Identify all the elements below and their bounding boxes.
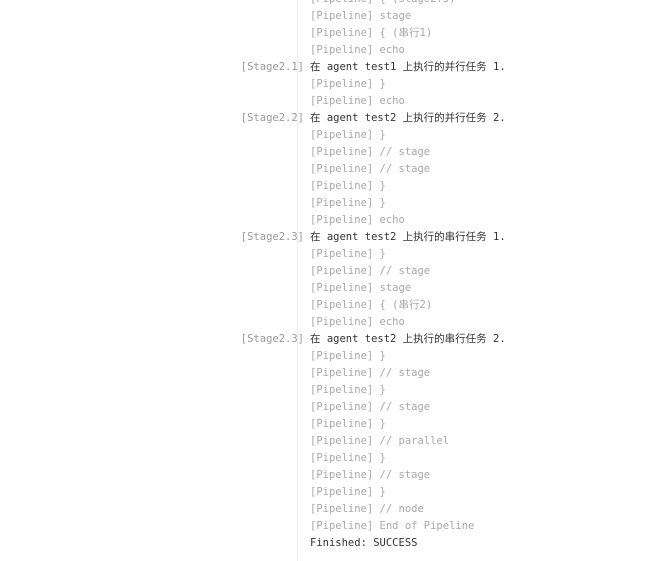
console-line: [Pipeline] // stage	[0, 161, 671, 178]
stage-label: [Stage2.2]	[240, 112, 304, 124]
console-line-text: [Pipeline] }	[310, 129, 386, 141]
console-line-text: [Pipeline] stage	[310, 282, 412, 294]
console-line: [Pipeline] // stage	[0, 263, 671, 280]
console-line-text: [Pipeline] End of Pipeline	[310, 520, 475, 532]
console-line-text: [Pipeline] { (串行2)	[310, 299, 433, 311]
console-line-text: [Pipeline] // stage	[310, 401, 431, 413]
console-line: [Pipeline] }	[0, 416, 671, 433]
console-line: [Pipeline] }	[0, 246, 671, 263]
console-line: [Stage2.1] 在 agent test1 上执行的并行任务 1.	[0, 59, 671, 76]
console-line: [Pipeline] echo	[0, 42, 671, 59]
console-line-text: [Pipeline] }	[310, 248, 386, 260]
console-line: [Pipeline] echo	[0, 93, 671, 110]
console-line-text: [Pipeline] }	[310, 486, 386, 498]
console-line: [Pipeline] { (Stage2.3)	[0, 0, 671, 8]
console-line: [Pipeline] }	[0, 76, 671, 93]
console-line: [Pipeline] { (串行2)	[0, 297, 671, 314]
console-line-text: [Pipeline] }	[310, 384, 386, 396]
console-line-text: [Pipeline] { (串行1)	[310, 27, 433, 39]
console-line-text: [Pipeline] }	[310, 180, 386, 192]
console-line-text: [Pipeline] echo	[310, 316, 405, 328]
console-line-text: [Pipeline] { (Stage2.3)	[310, 0, 455, 8]
console-line: [Pipeline] }	[0, 484, 671, 501]
console-line: [Pipeline] // stage	[0, 144, 671, 161]
console-line: [Pipeline] }	[0, 178, 671, 195]
console-line: [Pipeline] // node	[0, 501, 671, 518]
console-line: [Pipeline] // parallel	[0, 433, 671, 450]
console-line-text: 在 agent test1 上执行的并行任务 1.	[310, 61, 506, 73]
console-line: [Pipeline] }	[0, 348, 671, 365]
console-line-text: [Pipeline] // stage	[310, 146, 431, 158]
console-line: [Pipeline] echo	[0, 314, 671, 331]
stage-label: [Stage2.3]	[240, 231, 304, 243]
console-line-text: [Pipeline] }	[310, 197, 386, 209]
console-line-text: 在 agent test2 上执行的串行任务 2.	[310, 333, 506, 345]
console-line: [Pipeline] End of Pipeline	[0, 518, 671, 535]
console-line-text: [Pipeline] echo	[310, 95, 405, 107]
console-line: [Pipeline] }	[0, 382, 671, 399]
console-line: [Stage2.3] 在 agent test2 上执行的串行任务 1.	[0, 229, 671, 246]
console-line-text: 在 agent test2 上执行的并行任务 2.	[310, 112, 506, 124]
console-line-text: [Pipeline] // stage	[310, 367, 431, 379]
stage-label: [Stage2.1]	[240, 61, 304, 73]
console-line-text: Finished: SUCCESS	[310, 537, 418, 549]
console-line-text: [Pipeline] // stage	[310, 265, 431, 277]
console-line: [Pipeline] stage	[0, 280, 671, 297]
console-line: [Pipeline] }	[0, 127, 671, 144]
console-line-text: [Pipeline] echo	[310, 44, 405, 56]
console-line-text: [Pipeline] // stage	[310, 163, 431, 175]
console-line: [Stage2.2] 在 agent test2 上执行的并行任务 2.	[0, 110, 671, 127]
console-line: [Pipeline] // stage	[0, 399, 671, 416]
console-output: [Pipeline] { (Stage2.3) [Pipeline] stage […	[0, 0, 671, 552]
console-line-text: [Pipeline] // stage	[310, 469, 431, 481]
console-line: [Pipeline] // stage	[0, 365, 671, 382]
console-line: [Pipeline] echo	[0, 212, 671, 229]
console-line: [Pipeline] }	[0, 195, 671, 212]
console-line: [Pipeline] stage	[0, 8, 671, 25]
console-line-text: 在 agent test2 上执行的串行任务 1.	[310, 231, 506, 243]
console-line-text: [Pipeline] }	[310, 418, 386, 430]
console-line: [Stage2.3] 在 agent test2 上执行的串行任务 2.	[0, 331, 671, 348]
console-line-text: [Pipeline] }	[310, 78, 386, 90]
console-line-text: [Pipeline] }	[310, 350, 386, 362]
console-line: [Pipeline] { (串行1)	[0, 25, 671, 42]
console-line: [Pipeline] // stage	[0, 467, 671, 484]
console-line-text: [Pipeline] echo	[310, 214, 405, 226]
console-line: Finished: SUCCESS	[0, 535, 671, 552]
console-line: [Pipeline] }	[0, 450, 671, 467]
stage-label: [Stage2.3]	[240, 333, 304, 345]
console-line-text: [Pipeline] // node	[310, 503, 424, 515]
console-line-text: [Pipeline] }	[310, 452, 386, 464]
console-line-text: [Pipeline] // parallel	[310, 435, 450, 447]
console-line-text: [Pipeline] stage	[310, 10, 412, 22]
